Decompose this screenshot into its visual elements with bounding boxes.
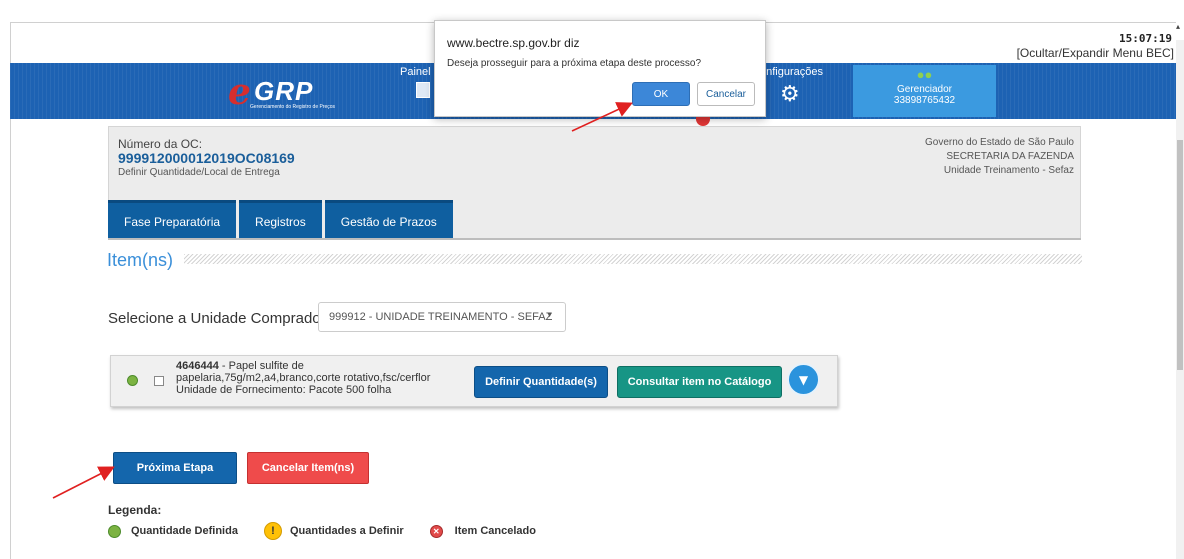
gov-line-3: Unidade Treinamento - Sefaz — [943, 165, 1074, 176]
scrollbar-thumb[interactable] — [1177, 140, 1183, 370]
check-status-icon — [127, 375, 138, 386]
expand-icon[interactable]: ▼ — [787, 363, 820, 396]
scroll-up-arrow[interactable]: ▴ — [1176, 22, 1184, 34]
unit-select-label: Selecione a Unidade Compradora: — [108, 310, 339, 327]
divider — [108, 238, 1081, 240]
tab-bar: Fase Preparatória Registros Gestão de Pr… — [108, 200, 453, 240]
legend-defined: Quantidade Definida — [108, 524, 238, 538]
next-step-button[interactable]: Próxima Etapa — [113, 452, 237, 484]
egrp-logo[interactable]: e GRP Gerenciamento do Registro de Preço… — [228, 70, 338, 116]
items-section-title: Item(ns) — [107, 250, 174, 270]
warning-icon: ! — [263, 522, 282, 540]
unit-select-value: 999912 - UNIDADE TREINAMENTO - SEFAZ — [329, 311, 553, 323]
unit-select[interactable]: 999912 - UNIDADE TREINAMENTO - SEFAZ ▼ — [318, 302, 566, 332]
logo-grp: GRP — [254, 76, 314, 106]
item-checkbox[interactable] — [154, 376, 164, 386]
logo-subtitle: Gerenciamento do Registro de Preços — [250, 104, 336, 110]
logo-e: e — [228, 71, 251, 113]
item-code: 4646444 — [176, 360, 219, 372]
cancel-items-button[interactable]: Cancelar Item(ns) — [247, 452, 369, 484]
gov-line-1: Governo do Estado de São Paulo — [925, 137, 1074, 148]
dialog-ok-button[interactable]: OK — [632, 82, 690, 106]
check-icon — [108, 524, 121, 538]
section-rule — [184, 254, 1082, 264]
legend-to-define-label: Quantidades a Definir — [289, 525, 404, 537]
tab-registros[interactable]: Registros — [239, 200, 322, 240]
gear-icon[interactable]: ⚙ — [780, 84, 800, 106]
legend-title: Legenda: — [108, 503, 162, 517]
users-icon: ●● — [916, 67, 933, 82]
legend-cancelled: ✕ Item Cancelado — [429, 524, 536, 538]
tab-fase-preparatoria[interactable]: Fase Preparatória — [108, 200, 237, 240]
user-panel[interactable]: ●● Gerenciador 33898765432 — [853, 65, 996, 117]
item-unit: Unidade de Fornecimento: Pacote 500 folh… — [176, 384, 392, 396]
tab-gestao-prazos[interactable]: Gestão de Prazos — [324, 200, 453, 240]
user-id: 33898765432 — [893, 95, 956, 106]
scrollbar[interactable] — [1176, 40, 1184, 559]
chevron-down-icon: ▼ — [546, 312, 553, 319]
dialog-site: www.bectre.sp.gov.br diz — [447, 36, 580, 50]
item-desc-2: papelaria,75g/m2,a4,branco,corte rotativ… — [176, 372, 431, 384]
legend: Quantidade Definida ! Quantidades a Defi… — [108, 522, 562, 540]
clock: 15:07:19 — [1119, 32, 1172, 45]
legend-to-define: ! Quantidades a Definir — [263, 522, 404, 540]
dialog-cancel-button[interactable]: Cancelar — [697, 82, 755, 106]
legend-defined-label: Quantidade Definida — [131, 525, 238, 537]
define-quantity-button[interactable]: Definir Quantidade(s) — [474, 366, 608, 398]
painel-icon[interactable] — [416, 82, 430, 98]
oc-number: 999912000012019OC08169 — [118, 150, 295, 166]
legend-cancelled-label: Item Cancelado — [454, 525, 536, 537]
dialog-message: Deseja prosseguir para a próxima etapa d… — [447, 58, 702, 69]
oc-description: Definir Quantidade/Local de Entrega — [118, 167, 280, 178]
cancel-icon: ✕ — [429, 524, 443, 538]
item-desc-1: - Papel sulfite de — [218, 360, 304, 372]
menu-configuracoes[interactable]: onfigurações — [760, 66, 823, 78]
item-description: 4646444 - Papel sulfite de papelaria,75g… — [176, 360, 466, 396]
catalog-button[interactable]: Consultar item no Catálogo — [617, 366, 782, 398]
toggle-menu-link[interactable]: [Ocultar/Expandir Menu BEC] — [1017, 46, 1174, 60]
confirm-dialog: www.bectre.sp.gov.br diz Deseja prossegu… — [434, 20, 766, 117]
gov-line-2: SECRETARIA DA FAZENDA — [946, 151, 1074, 162]
oc-label: Número da OC: — [118, 137, 203, 151]
gov-info: Governo do Estado de São Paulo SECRETARI… — [925, 136, 1074, 178]
user-role: Gerenciador — [896, 84, 953, 95]
